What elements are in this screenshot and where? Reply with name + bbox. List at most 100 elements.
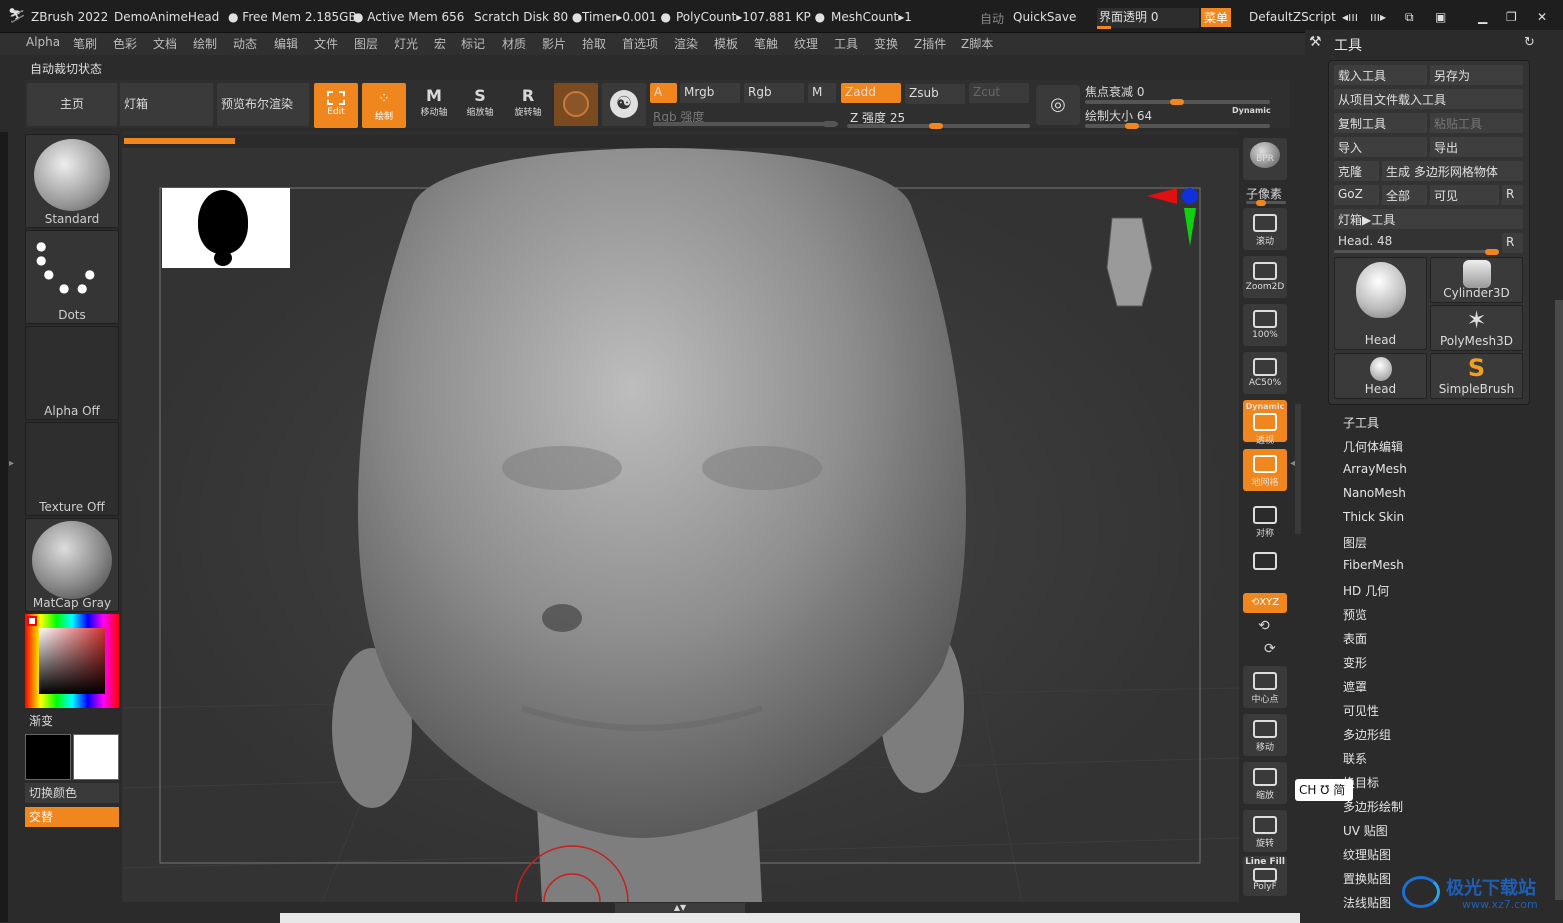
load-tool-button[interactable]: 载入工具 <box>1334 65 1427 85</box>
tool-thumb-head-active[interactable]: Head <box>1334 257 1427 350</box>
minimize-icon[interactable]: ▁ <box>1478 10 1487 24</box>
menu-item[interactable]: 图层 <box>354 35 378 52</box>
head-slider-knob[interactable] <box>1485 249 1499 255</box>
menu-item[interactable]: 绘制 <box>193 35 217 52</box>
tool-subpalette-item[interactable]: ArrayMesh <box>1343 462 1407 476</box>
zsub-button[interactable]: Zsub <box>905 84 965 104</box>
expand-icon[interactable]: ııı▸ <box>1370 10 1386 24</box>
tool-subpalette-item[interactable]: 表面 <box>1343 630 1367 647</box>
z-intensity-slider[interactable] <box>847 123 1030 129</box>
save-as-button[interactable]: 另存为 <box>1430 65 1523 85</box>
rgb-intensity-slider[interactable] <box>653 121 838 127</box>
goz-button[interactable]: GoZ <box>1334 185 1379 205</box>
menu-item[interactable]: 影片 <box>542 35 566 52</box>
tool-subpalette-item[interactable]: HD 几何 <box>1343 582 1389 599</box>
menu-item[interactable]: 模板 <box>714 35 738 52</box>
scale-axis-button[interactable]: S 缩放轴 <box>460 86 500 118</box>
tool-thumb-cylinder[interactable]: Cylinder3D <box>1430 257 1523 303</box>
scroll-button[interactable]: 滚动 <box>1243 208 1287 250</box>
bottom-shelf-toggle[interactable]: ▲▼ <box>615 903 745 913</box>
collapse-right-icon[interactable]: ◂ <box>1290 458 1295 469</box>
tool-subpalette-item[interactable]: 图层 <box>1343 534 1367 551</box>
symmetry-button[interactable]: 对称 <box>1243 500 1287 542</box>
export-button[interactable]: 导出 <box>1430 137 1523 157</box>
texture-slot[interactable]: Texture Off <box>25 422 119 516</box>
tool-subpalette-item[interactable]: 预览 <box>1343 606 1367 623</box>
dynamic-label[interactable]: Dynamic <box>1232 106 1271 115</box>
menu-item[interactable]: 灯光 <box>394 35 418 52</box>
tool-subpalette-item[interactable]: 多边形组 <box>1343 726 1391 743</box>
tool-subpalette-item[interactable]: 多边形绘制 <box>1343 798 1403 815</box>
collapse-left-icon[interactable]: ▸ <box>9 458 14 469</box>
tool-thumb-head[interactable]: Head <box>1334 353 1427 399</box>
zoom2d-button[interactable]: Zoom2D <box>1243 256 1287 298</box>
menu-item[interactable]: 色彩 <box>113 35 137 52</box>
menu-item[interactable]: 笔刷 <box>73 35 97 52</box>
alpha-slot[interactable]: Alpha Off <box>25 326 119 420</box>
focal-shift-slider[interactable] <box>1085 99 1270 105</box>
tool-subpalette-item[interactable]: 变形 <box>1343 654 1367 671</box>
a-button[interactable]: A <box>650 83 677 103</box>
visible-button[interactable]: 可见 <box>1430 185 1499 205</box>
menu-item[interactable]: 宏 <box>434 35 446 52</box>
tool-subpalette-item[interactable]: NanoMesh <box>1343 486 1406 500</box>
layout-icon[interactable]: ⧉ <box>1405 10 1414 25</box>
rotate-view-button[interactable]: 旋转 <box>1243 810 1287 852</box>
tool-subpalette-item[interactable]: UV 贴图 <box>1343 822 1388 839</box>
brush-slot[interactable]: Standard <box>25 134 119 228</box>
frame-button[interactable]: 中心点 <box>1243 666 1287 708</box>
orientation-head-icon[interactable] <box>1106 217 1153 307</box>
perspective-button[interactable]: Dynamic 透视 <box>1243 400 1287 446</box>
rotate-y-icon[interactable]: ⟲ <box>1258 618 1270 634</box>
load-from-project-button[interactable]: 从项目文件载入工具 <box>1334 89 1523 109</box>
tool-subpalette-item[interactable]: 可见性 <box>1343 702 1379 719</box>
menu-item[interactable]: 文档 <box>153 35 177 52</box>
focal-shift-knob[interactable] <box>1170 99 1184 105</box>
rotate-axis-button[interactable]: R 旋转轴 <box>508 86 548 118</box>
menu-item[interactable]: Z脚本 <box>961 35 993 52</box>
move-view-button[interactable]: 移动 <box>1243 714 1287 756</box>
material-slot[interactable]: MatCap Gray <box>25 518 119 612</box>
main-color-swatch[interactable] <box>25 734 71 780</box>
right-divider[interactable] <box>1295 404 1301 534</box>
tool-subpalette-item[interactable]: 联系 <box>1343 750 1367 767</box>
subpixel-knob[interactable] <box>1256 200 1266 206</box>
tool-thumb-polymesh[interactable]: ✶ PolyMesh3D <box>1430 305 1523 351</box>
palette-refresh-icon[interactable]: ↻ <box>1524 35 1535 50</box>
ui-icon[interactable]: ▣ <box>1435 10 1446 24</box>
zoom-view-button[interactable]: 缩放 <box>1243 762 1287 804</box>
color-picker[interactable] <box>25 614 119 708</box>
menu-item[interactable]: Z插件 <box>914 35 946 52</box>
menu-item[interactable]: 标记 <box>461 35 485 52</box>
r-button[interactable]: R <box>1502 185 1523 205</box>
subpixel-slider[interactable] <box>1246 200 1286 206</box>
tool-subpalette-item[interactable]: 置换贴图 <box>1343 870 1391 887</box>
import-button[interactable]: 导入 <box>1334 137 1427 157</box>
rgb-intensity-knob[interactable] <box>823 121 837 127</box>
draw-button[interactable]: ⁘ 绘制 <box>362 83 406 128</box>
color-square[interactable] <box>39 628 105 694</box>
tool-subpalette-item[interactable]: 遮罩 <box>1343 678 1367 695</box>
menu-item[interactable]: 渲染 <box>674 35 698 52</box>
all-button[interactable]: 全部 <box>1382 185 1427 205</box>
collapse-icon[interactable]: ◂ııı <box>1342 10 1358 24</box>
menu-item[interactable]: 拾取 <box>582 35 606 52</box>
tool-thumb-simplebrush[interactable]: S SimpleBrush <box>1430 353 1523 399</box>
menu-item[interactable]: 动态 <box>233 35 257 52</box>
tool-subpalette-item[interactable]: 法线贴图 <box>1343 894 1391 911</box>
move-axis-button[interactable]: M 移动轴 <box>414 86 454 118</box>
tool-subpalette-item[interactable]: 几何体编辑 <box>1343 438 1403 455</box>
alternate-button[interactable]: 交替 <box>25 807 119 827</box>
bpr-button[interactable]: BPR <box>1243 138 1287 180</box>
lock-camera-button[interactable] <box>1243 546 1287 588</box>
menu-toggle-button[interactable]: 菜单 <box>1201 8 1232 27</box>
menu-item[interactable]: 编辑 <box>274 35 298 52</box>
home-button[interactable]: 主页 <box>27 83 117 126</box>
m-button[interactable]: M <box>808 83 836 103</box>
actual-size-button[interactable]: 100% <box>1243 304 1287 346</box>
draw-size-knob[interactable] <box>1125 123 1139 129</box>
zadd-button[interactable]: Zadd <box>841 83 901 103</box>
ac50-button[interactable]: AC50% <box>1243 352 1287 394</box>
lightbox-tools-button[interactable]: 灯箱▶工具 <box>1334 209 1523 229</box>
copy-tool-button[interactable]: 复制工具 <box>1334 113 1427 133</box>
